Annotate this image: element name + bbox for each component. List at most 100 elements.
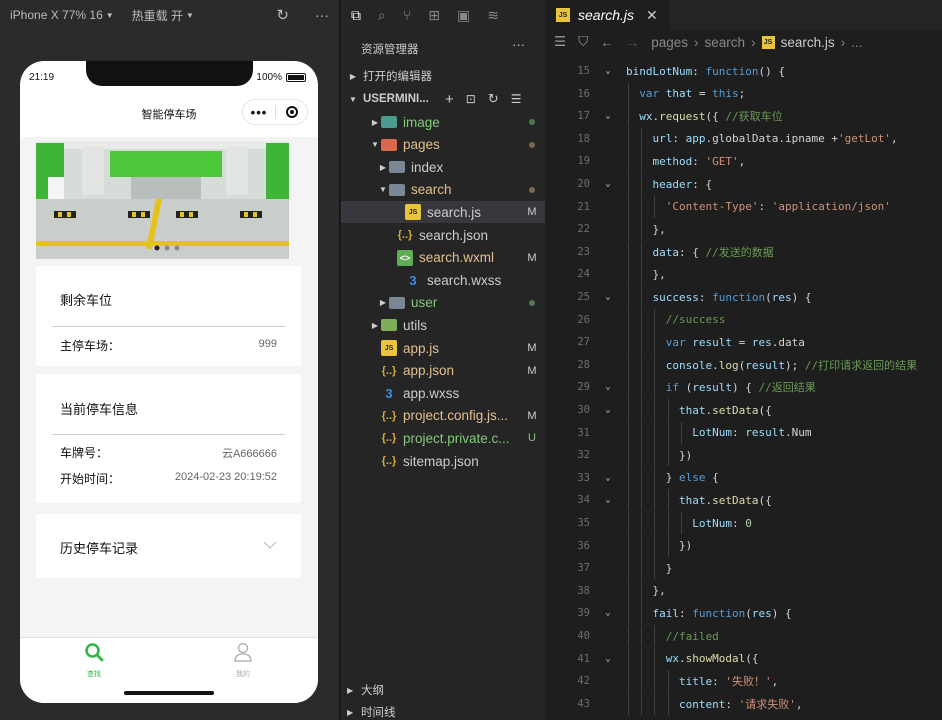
- section-label: 时间线: [361, 707, 396, 719]
- js-file-icon: JS: [405, 204, 421, 221]
- fold-chevron-icon[interactable]: ⌄: [590, 608, 626, 618]
- section-project[interactable]: ▼ USERMINI... + ⊡ ↻ ☰: [341, 88, 545, 110]
- extensions-icon[interactable]: ⊞: [428, 7, 440, 24]
- indent-guide: [628, 670, 629, 693]
- section-open-editors[interactable]: ▶ 打开的编辑器: [341, 65, 545, 87]
- tree-item[interactable]: ▶ index: [341, 156, 545, 178]
- section-outline[interactable]: ▶ 大纲: [341, 679, 545, 701]
- indent-guide: [628, 625, 629, 647]
- device-selector[interactable]: iPhone X 77% 16 ▼: [10, 8, 114, 22]
- fold-chevron-icon[interactable]: ⌄: [590, 66, 626, 76]
- bookmark-icon[interactable]: ⛉: [578, 34, 588, 50]
- tree-item[interactable]: JS search.js M: [341, 201, 545, 224]
- indent-guide: [628, 173, 629, 195]
- tree-item[interactable]: ▶ user: [341, 292, 545, 314]
- more-dots-icon[interactable]: •••: [243, 105, 275, 120]
- tab-search[interactable]: 查找: [64, 642, 124, 679]
- more-icon[interactable]: ···: [512, 37, 525, 52]
- line-number: 39: [577, 607, 590, 620]
- json-file-icon: {..}: [381, 432, 397, 445]
- indent-guide: [628, 376, 629, 399]
- breadcrumb-item[interactable]: search: [705, 35, 746, 50]
- code-line: 41 ⌄ wx.showModal({: [546, 647, 942, 670]
- breadcrumb-item[interactable]: search.js: [781, 35, 835, 50]
- indent-guide: [654, 376, 656, 399]
- code-text: } else {: [626, 471, 719, 485]
- css-file-icon: 3: [385, 385, 393, 401]
- indent-guide: [628, 557, 629, 580]
- line-number: 31: [577, 426, 590, 439]
- tree-item[interactable]: ▼ pages: [341, 134, 545, 156]
- back-arrow-icon[interactable]: ←: [600, 35, 614, 50]
- indent-guide: [680, 512, 682, 534]
- folder-icon: [381, 116, 397, 128]
- tree-item[interactable]: 3 search.wxss: [341, 269, 545, 291]
- docker-icon[interactable]: ≋: [487, 7, 499, 24]
- tree-item[interactable]: {..} app.json M: [341, 360, 545, 382]
- tree-item[interactable]: {..} project.private.c... U: [341, 427, 545, 449]
- history-card[interactable]: 历史停车记录: [36, 514, 301, 578]
- code-line: 43 content: '请求失败',: [546, 692, 942, 715]
- close-icon[interactable]: ✕: [646, 7, 658, 24]
- files-icon[interactable]: ⧉: [351, 7, 361, 24]
- code-line: 34 ⌄ that.setData({: [546, 489, 942, 512]
- chevron-right-icon: ▶: [379, 162, 387, 172]
- fold-chevron-icon[interactable]: ⌄: [590, 654, 626, 664]
- search-icon[interactable]: ⌕: [378, 7, 386, 24]
- fold-chevron-icon[interactable]: ⌄: [590, 495, 626, 505]
- chevron-down-icon[interactable]: [263, 541, 277, 550]
- tab-mine[interactable]: 我的: [213, 642, 273, 679]
- editor-tab-search-js[interactable]: JS search.js ✕: [546, 0, 670, 30]
- hot-reload-toggle[interactable]: 热重载 开 ▼: [132, 7, 194, 24]
- tree-item[interactable]: {..} sitemap.json: [341, 450, 545, 472]
- tree-item[interactable]: ▶ utils: [341, 314, 545, 336]
- collapse-all-icon[interactable]: ☰: [511, 92, 522, 106]
- tree-item[interactable]: JS app.js M: [341, 337, 545, 359]
- refresh-icon[interactable]: ↻: [276, 6, 289, 24]
- new-folder-icon[interactable]: ⊡: [466, 92, 476, 106]
- git-status: [519, 297, 545, 309]
- tree-item-label: app.json: [403, 363, 455, 379]
- device-label: iPhone X 77% 16: [10, 8, 103, 22]
- tree-item[interactable]: <> search.wxml M: [341, 247, 545, 269]
- tree-item[interactable]: 3 app.wxss: [341, 382, 545, 404]
- breadcrumb-item[interactable]: pages: [651, 35, 688, 50]
- list-icon[interactable]: ☰: [554, 34, 566, 50]
- indent-guide: [628, 240, 629, 263]
- new-file-icon[interactable]: +: [445, 91, 454, 108]
- tree-item-label: user: [411, 295, 438, 311]
- section-timeline[interactable]: ▶ 时间线: [341, 701, 545, 720]
- main-lot-value: 999: [258, 338, 277, 350]
- source-control-icon[interactable]: ⑂: [403, 7, 411, 23]
- git-status: U: [528, 432, 536, 445]
- refresh-icon[interactable]: ↻: [488, 91, 499, 107]
- forward-arrow-icon[interactable]: →: [626, 35, 640, 50]
- line-number: 17: [577, 110, 590, 123]
- indent-guide: [654, 557, 656, 580]
- fold-chevron-icon[interactable]: ⌄: [590, 473, 626, 483]
- hot-reload-label: 热重载 开: [131, 8, 184, 23]
- banner-carousel[interactable]: [36, 141, 289, 259]
- more-icon[interactable]: ···: [315, 7, 329, 23]
- fold-chevron-icon[interactable]: ⌄: [590, 179, 626, 189]
- indent-guide: [628, 263, 629, 286]
- mini-program-capsule[interactable]: •••: [242, 99, 308, 125]
- indent-guide: [641, 331, 643, 354]
- debug-icon[interactable]: ▣: [457, 7, 470, 24]
- indent-guide: [641, 444, 643, 467]
- tree-item[interactable]: {..} search.json: [341, 224, 545, 246]
- code-text: },: [626, 267, 666, 281]
- tree-item-label: project.config.js...: [403, 408, 509, 424]
- indent-guide: [641, 353, 643, 376]
- tree-item[interactable]: ▼ search: [341, 179, 545, 201]
- indent-guide: [654, 534, 656, 557]
- fold-chevron-icon[interactable]: ⌄: [590, 382, 626, 392]
- close-target-icon[interactable]: [286, 106, 298, 118]
- fold-chevron-icon[interactable]: ⌄: [590, 111, 626, 121]
- fold-chevron-icon[interactable]: ⌄: [590, 405, 626, 415]
- breadcrumb-item[interactable]: ...: [851, 35, 862, 50]
- fold-chevron-icon[interactable]: ⌄: [590, 292, 626, 302]
- chevron-right-icon: ▶: [371, 320, 379, 330]
- tree-item[interactable]: ▶ image: [341, 111, 545, 133]
- tree-item[interactable]: {..} project.config.js... M: [341, 405, 545, 427]
